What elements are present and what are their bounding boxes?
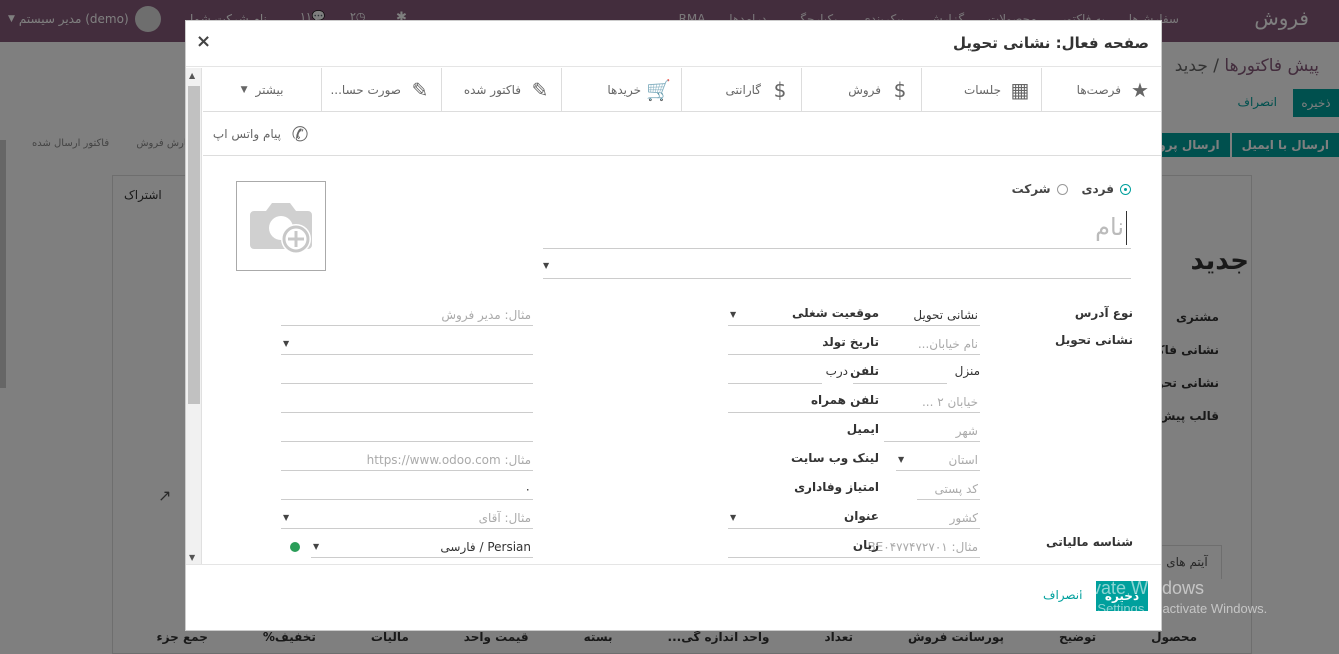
dialog-scrollbar[interactable]: ▲ ▼ bbox=[186, 68, 202, 564]
language-value: Persian / فارسی bbox=[440, 540, 531, 554]
website-input[interactable]: مثال: https://www.odoo.com bbox=[281, 449, 533, 471]
star-icon: ★ bbox=[1131, 77, 1149, 102]
more-button[interactable]: بیشتر ▼ bbox=[203, 68, 321, 112]
job-position-input[interactable]: مثال: مدیر فروش bbox=[281, 304, 533, 326]
house-label: منزل bbox=[954, 364, 980, 378]
vendor-bills-button[interactable]: ✎ صورت حسا... bbox=[321, 68, 441, 112]
label-job-position: موقعیت شغلی bbox=[792, 306, 879, 320]
zip-input[interactable]: کد پستی bbox=[917, 478, 980, 500]
close-icon[interactable]: × bbox=[196, 31, 211, 52]
watermark-subtitle: Go to Settings to activate Windows. bbox=[1062, 601, 1268, 616]
label-delivery-address: نشانی تحویل bbox=[1055, 333, 1133, 347]
door-input[interactable] bbox=[728, 362, 822, 384]
scroll-down-icon[interactable]: ▼ bbox=[189, 553, 195, 562]
meetings-button[interactable]: ▦ جلسات bbox=[921, 68, 1041, 112]
dialog-footer: ذخیره انصراف bbox=[186, 564, 1161, 631]
state-placeholder: استان bbox=[948, 453, 978, 467]
title-select[interactable]: مثال: آقای ▼ bbox=[281, 507, 533, 529]
phone-input[interactable] bbox=[281, 362, 533, 384]
address-type-value: نشانی تحویل bbox=[913, 308, 978, 322]
loyalty-input[interactable]: ۰ bbox=[281, 478, 533, 500]
watermark-title: Activate Windows bbox=[1062, 578, 1205, 598]
radio-company-label: شرکت bbox=[1011, 182, 1051, 196]
caret-down-icon: ▼ bbox=[730, 513, 737, 522]
warranty-label: گارانتی bbox=[725, 82, 761, 97]
purchases-button[interactable]: 🛒 خریدها bbox=[561, 68, 681, 112]
name-input[interactable]: نام bbox=[543, 207, 1131, 249]
scroll-up-icon[interactable]: ▲ bbox=[189, 71, 195, 80]
opportunities-button[interactable]: ★ فرصت‌ها bbox=[1041, 68, 1161, 112]
contact-dialog: صفحه فعال: نشانی تحویل × ▲ ▼ ★ فرصت‌ها ▦… bbox=[185, 20, 1162, 631]
name-placeholder: نام bbox=[1095, 213, 1124, 241]
label-mobile: تلفن همراه bbox=[810, 393, 879, 407]
dialog-title: صفحه فعال: نشانی تحویل bbox=[952, 34, 1149, 52]
label-phone: تلفن bbox=[850, 364, 879, 378]
warranty-button[interactable]: $ گارانتی bbox=[681, 68, 801, 112]
edit-icon: ✎ bbox=[531, 77, 549, 102]
label-language: زبان bbox=[852, 538, 879, 552]
country-placeholder: کشور bbox=[949, 511, 978, 525]
dialog-content: ★ فرصت‌ها ▦ جلسات $ فروش $ گارانتی 🛒 bbox=[203, 68, 1161, 564]
camera-plus-icon bbox=[250, 203, 312, 254]
radio-company[interactable]: شرکت bbox=[1012, 182, 1068, 196]
city-input[interactable]: شهر bbox=[884, 420, 980, 442]
caret-down-icon: ▼ bbox=[730, 310, 737, 319]
dialog-header: صفحه فعال: نشانی تحویل × bbox=[186, 21, 1161, 67]
caret-down-icon: ▼ bbox=[898, 455, 905, 464]
windows-activation-watermark: Activate Windows Go to Settings to activ… bbox=[1062, 578, 1267, 616]
radio-individual-label: فردی bbox=[1081, 182, 1114, 196]
image-upload[interactable] bbox=[236, 181, 326, 271]
title-placeholder: مثال: آقای bbox=[478, 511, 531, 525]
parent-company-select[interactable]: ▼ bbox=[543, 255, 1131, 279]
label-tax-id: شناسه مالیاتی bbox=[1046, 535, 1133, 549]
sales-button[interactable]: $ فروش bbox=[801, 68, 921, 112]
caret-down-icon: ▼ bbox=[543, 261, 550, 270]
whatsapp-icon: ✆ bbox=[291, 121, 309, 146]
caret-down-icon: ▼ bbox=[313, 542, 320, 551]
more-label: بیشتر bbox=[255, 82, 284, 97]
opportunities-label: فرصت‌ها bbox=[1076, 82, 1121, 97]
invoiced-label: فاکتور شده bbox=[463, 82, 521, 97]
label-title: عنوان bbox=[844, 509, 879, 523]
cart-icon: 🛒 bbox=[646, 77, 671, 102]
caret-down-icon: ▼ bbox=[283, 339, 290, 348]
label-website: لینک وب سایت bbox=[791, 451, 879, 465]
globe-icon[interactable] bbox=[290, 542, 300, 552]
company-type-radio: فردی شرکت bbox=[1012, 182, 1131, 196]
dialog-body: ▲ ▼ ★ فرصت‌ها ▦ جلسات $ فروش bbox=[186, 68, 1161, 564]
vendor-bills-label: صورت حسا... bbox=[330, 82, 401, 97]
dollar-icon: $ bbox=[893, 77, 907, 102]
language-select[interactable]: Persian / فارسی ▼ bbox=[311, 536, 533, 558]
edit-icon: ✎ bbox=[411, 77, 429, 102]
label-birthday: تاریخ تولد bbox=[822, 335, 879, 349]
label-email: ایمیل bbox=[846, 422, 879, 436]
calendar-icon: ▦ bbox=[1010, 77, 1030, 102]
caret-down-icon: ▼ bbox=[283, 513, 290, 522]
smart-button-box: ★ فرصت‌ها ▦ جلسات $ فروش $ گارانتی 🛒 bbox=[203, 68, 1161, 156]
email-input[interactable] bbox=[281, 420, 533, 442]
whatsapp-button[interactable]: ✆ پیام واتس اپ bbox=[203, 112, 321, 156]
label-loyalty: امتیاز وفاداری bbox=[794, 480, 879, 494]
scroll-thumb[interactable] bbox=[188, 86, 200, 404]
radio-individual[interactable]: فردی bbox=[1082, 182, 1131, 196]
whatsapp-label: پیام واتس اپ bbox=[212, 126, 281, 141]
birthday-input[interactable]: ▼ bbox=[281, 333, 533, 355]
sales-label: فروش bbox=[848, 82, 881, 97]
mobile-input[interactable] bbox=[281, 391, 533, 413]
door-label: درب bbox=[825, 364, 848, 378]
label-address-type: نوع آدرس bbox=[1074, 306, 1133, 320]
purchases-label: خریدها bbox=[607, 82, 641, 97]
meetings-label: جلسات bbox=[963, 82, 1001, 97]
caret-down-icon: ▼ bbox=[240, 84, 248, 95]
state-select[interactable]: استان ▼ bbox=[896, 449, 980, 471]
radio-dot-checked bbox=[1120, 183, 1131, 195]
invoiced-button[interactable]: ✎ فاکتور شده bbox=[441, 68, 561, 112]
radio-dot bbox=[1056, 183, 1068, 195]
dollar-icon: $ bbox=[773, 77, 787, 102]
text-cursor bbox=[1126, 211, 1127, 245]
